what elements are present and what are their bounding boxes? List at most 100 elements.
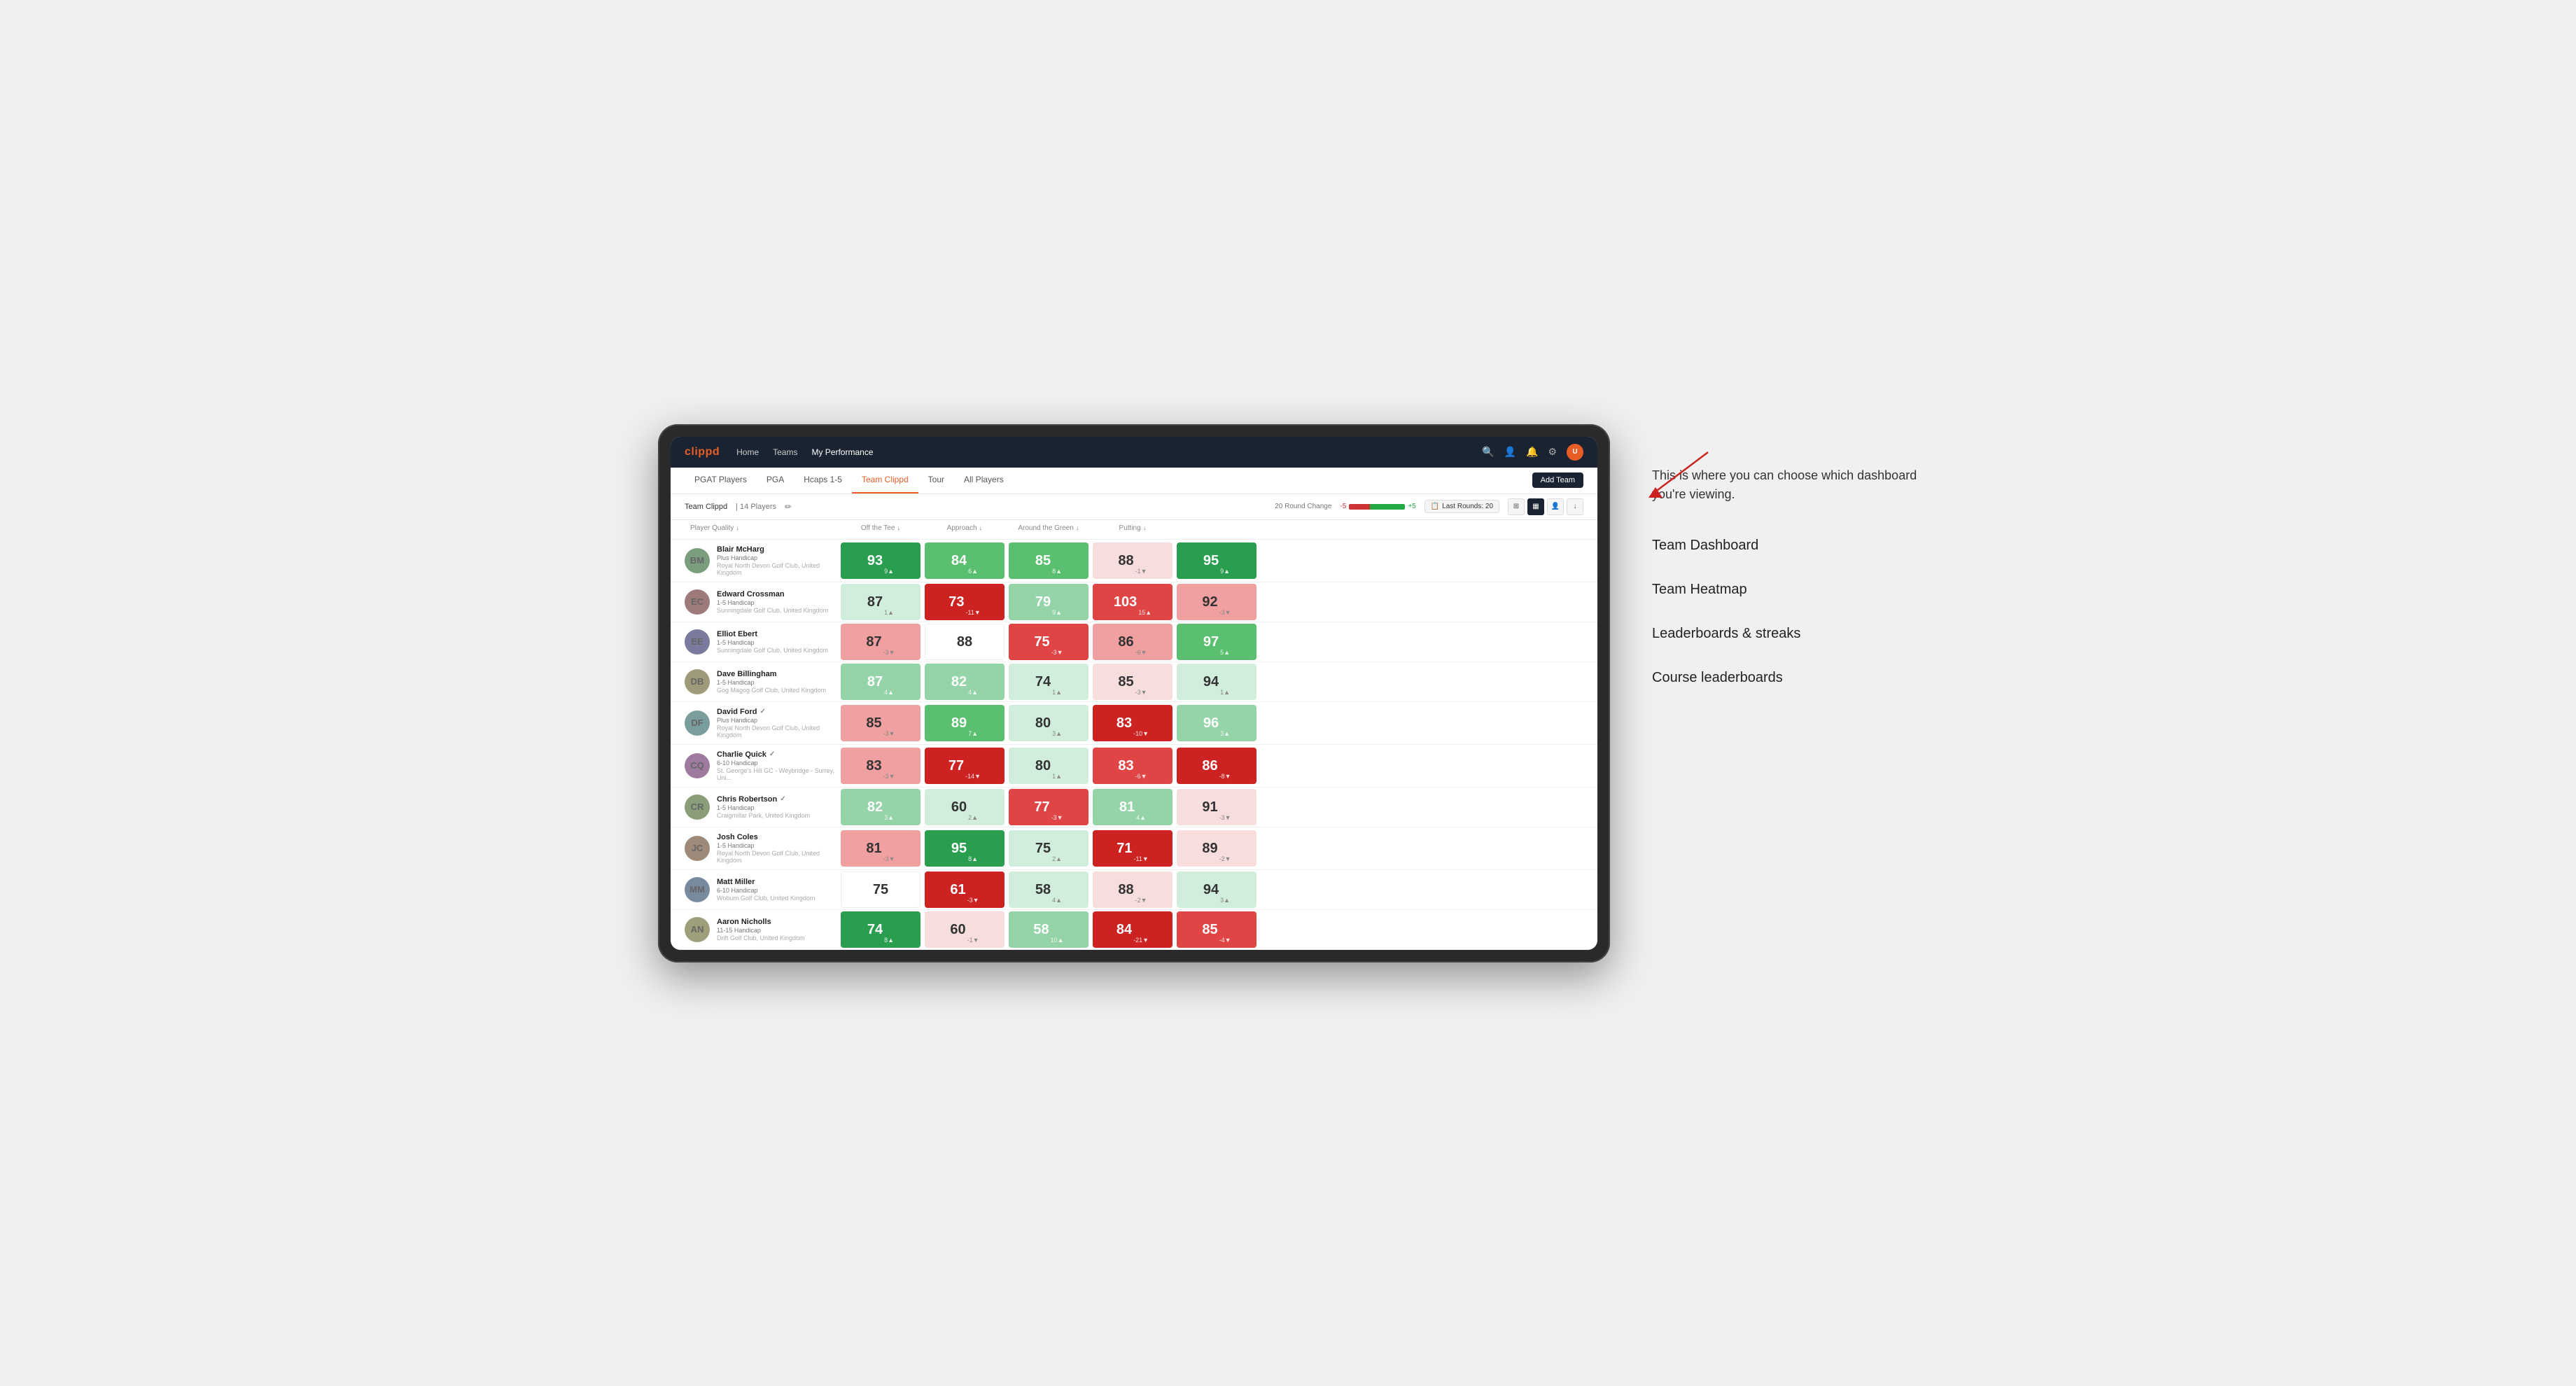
score-value: 79: [1035, 595, 1051, 609]
score-value: 96: [1203, 716, 1219, 730]
nav-link-home[interactable]: Home: [736, 444, 759, 460]
menu-option-item[interactable]: Team Heatmap: [1652, 569, 1918, 610]
score-cell: 958▲: [925, 830, 1004, 867]
grid-view-button[interactable]: ⊞: [1508, 498, 1525, 515]
table-row[interactable]: BMBlair McHargPlus HandicapRoyal North D…: [671, 540, 1597, 582]
menu-option-item[interactable]: Leaderboards & streaks: [1652, 613, 1918, 654]
player-club: Royal North Devon Golf Club, United King…: [717, 562, 839, 576]
player-details: Blair McHargPlus HandicapRoyal North Dev…: [717, 545, 839, 576]
subnav-pgat[interactable]: PGAT Players: [685, 467, 757, 493]
person-icon[interactable]: 👤: [1504, 446, 1516, 458]
avatar: DF: [685, 710, 710, 736]
score-change: -3▼: [1135, 689, 1147, 696]
table-row[interactable]: JCJosh Coles1-5 HandicapRoyal North Devo…: [671, 827, 1597, 870]
player-name: Aaron Nicholls: [717, 918, 805, 926]
score-change: -6▼: [1135, 649, 1147, 656]
last-rounds-button[interactable]: 📋 Last Rounds: 20: [1424, 500, 1499, 513]
nav-icons: 🔍 👤 🔔 ⚙ U: [1482, 444, 1583, 461]
table-row[interactable]: EEElliot Ebert1-5 HandicapSunningdale Go…: [671, 622, 1597, 662]
table-row[interactable]: CQCharlie Quick✓6-10 HandicapSt. George'…: [671, 745, 1597, 788]
team-name: Team Clippd: [685, 503, 727, 511]
score-cell: 941▲: [1177, 664, 1256, 700]
col-header-approach: Approach ↓: [923, 520, 1007, 536]
score-value: 61: [950, 883, 965, 897]
score-cell: 84-21▼: [1093, 911, 1172, 948]
score-value: 60: [950, 923, 965, 937]
player-club: Sunningdale Golf Club, United Kingdom: [717, 647, 828, 654]
player-handicap: 6-10 Handicap: [717, 760, 839, 766]
player-handicap: 1-5 Handicap: [717, 599, 828, 606]
table-row[interactable]: ECEdward Crossman1-5 HandicapSunningdale…: [671, 582, 1597, 622]
nav-link-teams[interactable]: Teams: [773, 444, 797, 460]
score-change: 1▲: [1052, 689, 1062, 696]
heatmap-view-button[interactable]: ▦: [1527, 498, 1544, 515]
score-cell: 88-2▼: [1093, 872, 1172, 908]
search-icon[interactable]: 🔍: [1482, 446, 1494, 458]
table-row[interactable]: DBDave Billingham1-5 HandicapGog Magog G…: [671, 662, 1597, 702]
avatar[interactable]: U: [1567, 444, 1583, 461]
avatar: MM: [685, 877, 710, 902]
player-details: Edward Crossman1-5 HandicapSunningdale G…: [717, 590, 828, 614]
score-value: 74: [867, 923, 883, 937]
subnav-teamclippd[interactable]: Team Clippd: [852, 467, 918, 493]
score-value: 85: [1202, 923, 1217, 937]
score-cell: 803▲: [1009, 705, 1088, 741]
score-value: 103: [1114, 595, 1137, 609]
bell-icon[interactable]: 🔔: [1526, 446, 1538, 458]
avatar: EE: [685, 629, 710, 654]
score-change: 10▲: [1051, 937, 1064, 944]
avatar: DB: [685, 669, 710, 694]
score-cell: 846▲: [925, 542, 1004, 579]
score-change: 8▲: [1052, 568, 1062, 575]
annotation-area: This is where you can choose which dashb…: [1652, 424, 1918, 699]
subnav-allplayers[interactable]: All Players: [954, 467, 1014, 493]
nav-link-myperformance[interactable]: My Performance: [811, 444, 873, 460]
subnav-pga[interactable]: PGA: [757, 467, 794, 493]
score-value: 85: [1035, 554, 1051, 568]
player-name: Edward Crossman: [717, 590, 828, 598]
score-change: -3▼: [1219, 814, 1231, 821]
score-value: 80: [1035, 716, 1051, 730]
score-cell: 897▲: [925, 705, 1004, 741]
person-view-button[interactable]: 👤: [1547, 498, 1564, 515]
score-cell: 975▲: [1177, 624, 1256, 660]
player-info: EEElliot Ebert1-5 HandicapSunningdale Go…: [685, 624, 839, 660]
player-club: Gog Magog Golf Club, United Kingdom: [717, 687, 826, 694]
score-cell: 60-1▼: [925, 911, 1004, 948]
score-cell: 88: [925, 624, 1004, 660]
score-value: 95: [951, 841, 967, 855]
score-cell: 85-3▼: [841, 705, 920, 741]
score-value: 85: [866, 716, 881, 730]
settings-icon[interactable]: ⚙: [1548, 446, 1557, 458]
score-cell: 748▲: [841, 911, 920, 948]
score-value: 82: [867, 800, 883, 814]
score-cell: 939▲: [841, 542, 920, 579]
score-value: 71: [1116, 841, 1132, 855]
table-row[interactable]: DFDavid Ford✓Plus HandicapRoyal North De…: [671, 702, 1597, 745]
score-value: 87: [867, 675, 883, 689]
subnav-hcaps[interactable]: Hcaps 1-5: [794, 467, 852, 493]
menu-option-item[interactable]: Team Dashboard: [1652, 525, 1918, 566]
download-button[interactable]: ↓: [1567, 498, 1583, 515]
avatar: CQ: [685, 753, 710, 778]
table-row[interactable]: ANAaron Nicholls11-15 HandicapDrift Golf…: [671, 910, 1597, 950]
change-indicator: -5 +5: [1340, 503, 1415, 510]
score-cell: 77-3▼: [1009, 789, 1088, 825]
subnav-tour[interactable]: Tour: [918, 467, 954, 493]
table-row[interactable]: CRChris Robertson✓1-5 HandicapCraigmilla…: [671, 788, 1597, 827]
table-row[interactable]: MMMatt Miller6-10 HandicapWoburn Golf Cl…: [671, 870, 1597, 910]
main-table: Player Quality ↓ Off the Tee ↓ Approach …: [671, 520, 1597, 950]
menu-option-item[interactable]: Course leaderboards: [1652, 657, 1918, 699]
score-value: 80: [1035, 759, 1051, 773]
edit-icon[interactable]: ✏: [785, 502, 792, 512]
score-cell: 752▲: [1009, 830, 1088, 867]
score-cell: 584▲: [1009, 872, 1088, 908]
score-value: 77: [948, 759, 964, 773]
add-team-button[interactable]: Add Team: [1532, 472, 1583, 488]
score-value: 58: [1035, 883, 1051, 897]
player-club: St. George's Hill GC - Weybridge - Surre…: [717, 767, 839, 781]
col-header-putting: Putting ↓: [1091, 520, 1175, 536]
score-change: 3▲: [1220, 897, 1230, 904]
player-details: Aaron Nicholls11-15 HandicapDrift Golf C…: [717, 918, 805, 941]
score-value: 88: [1118, 554, 1133, 568]
